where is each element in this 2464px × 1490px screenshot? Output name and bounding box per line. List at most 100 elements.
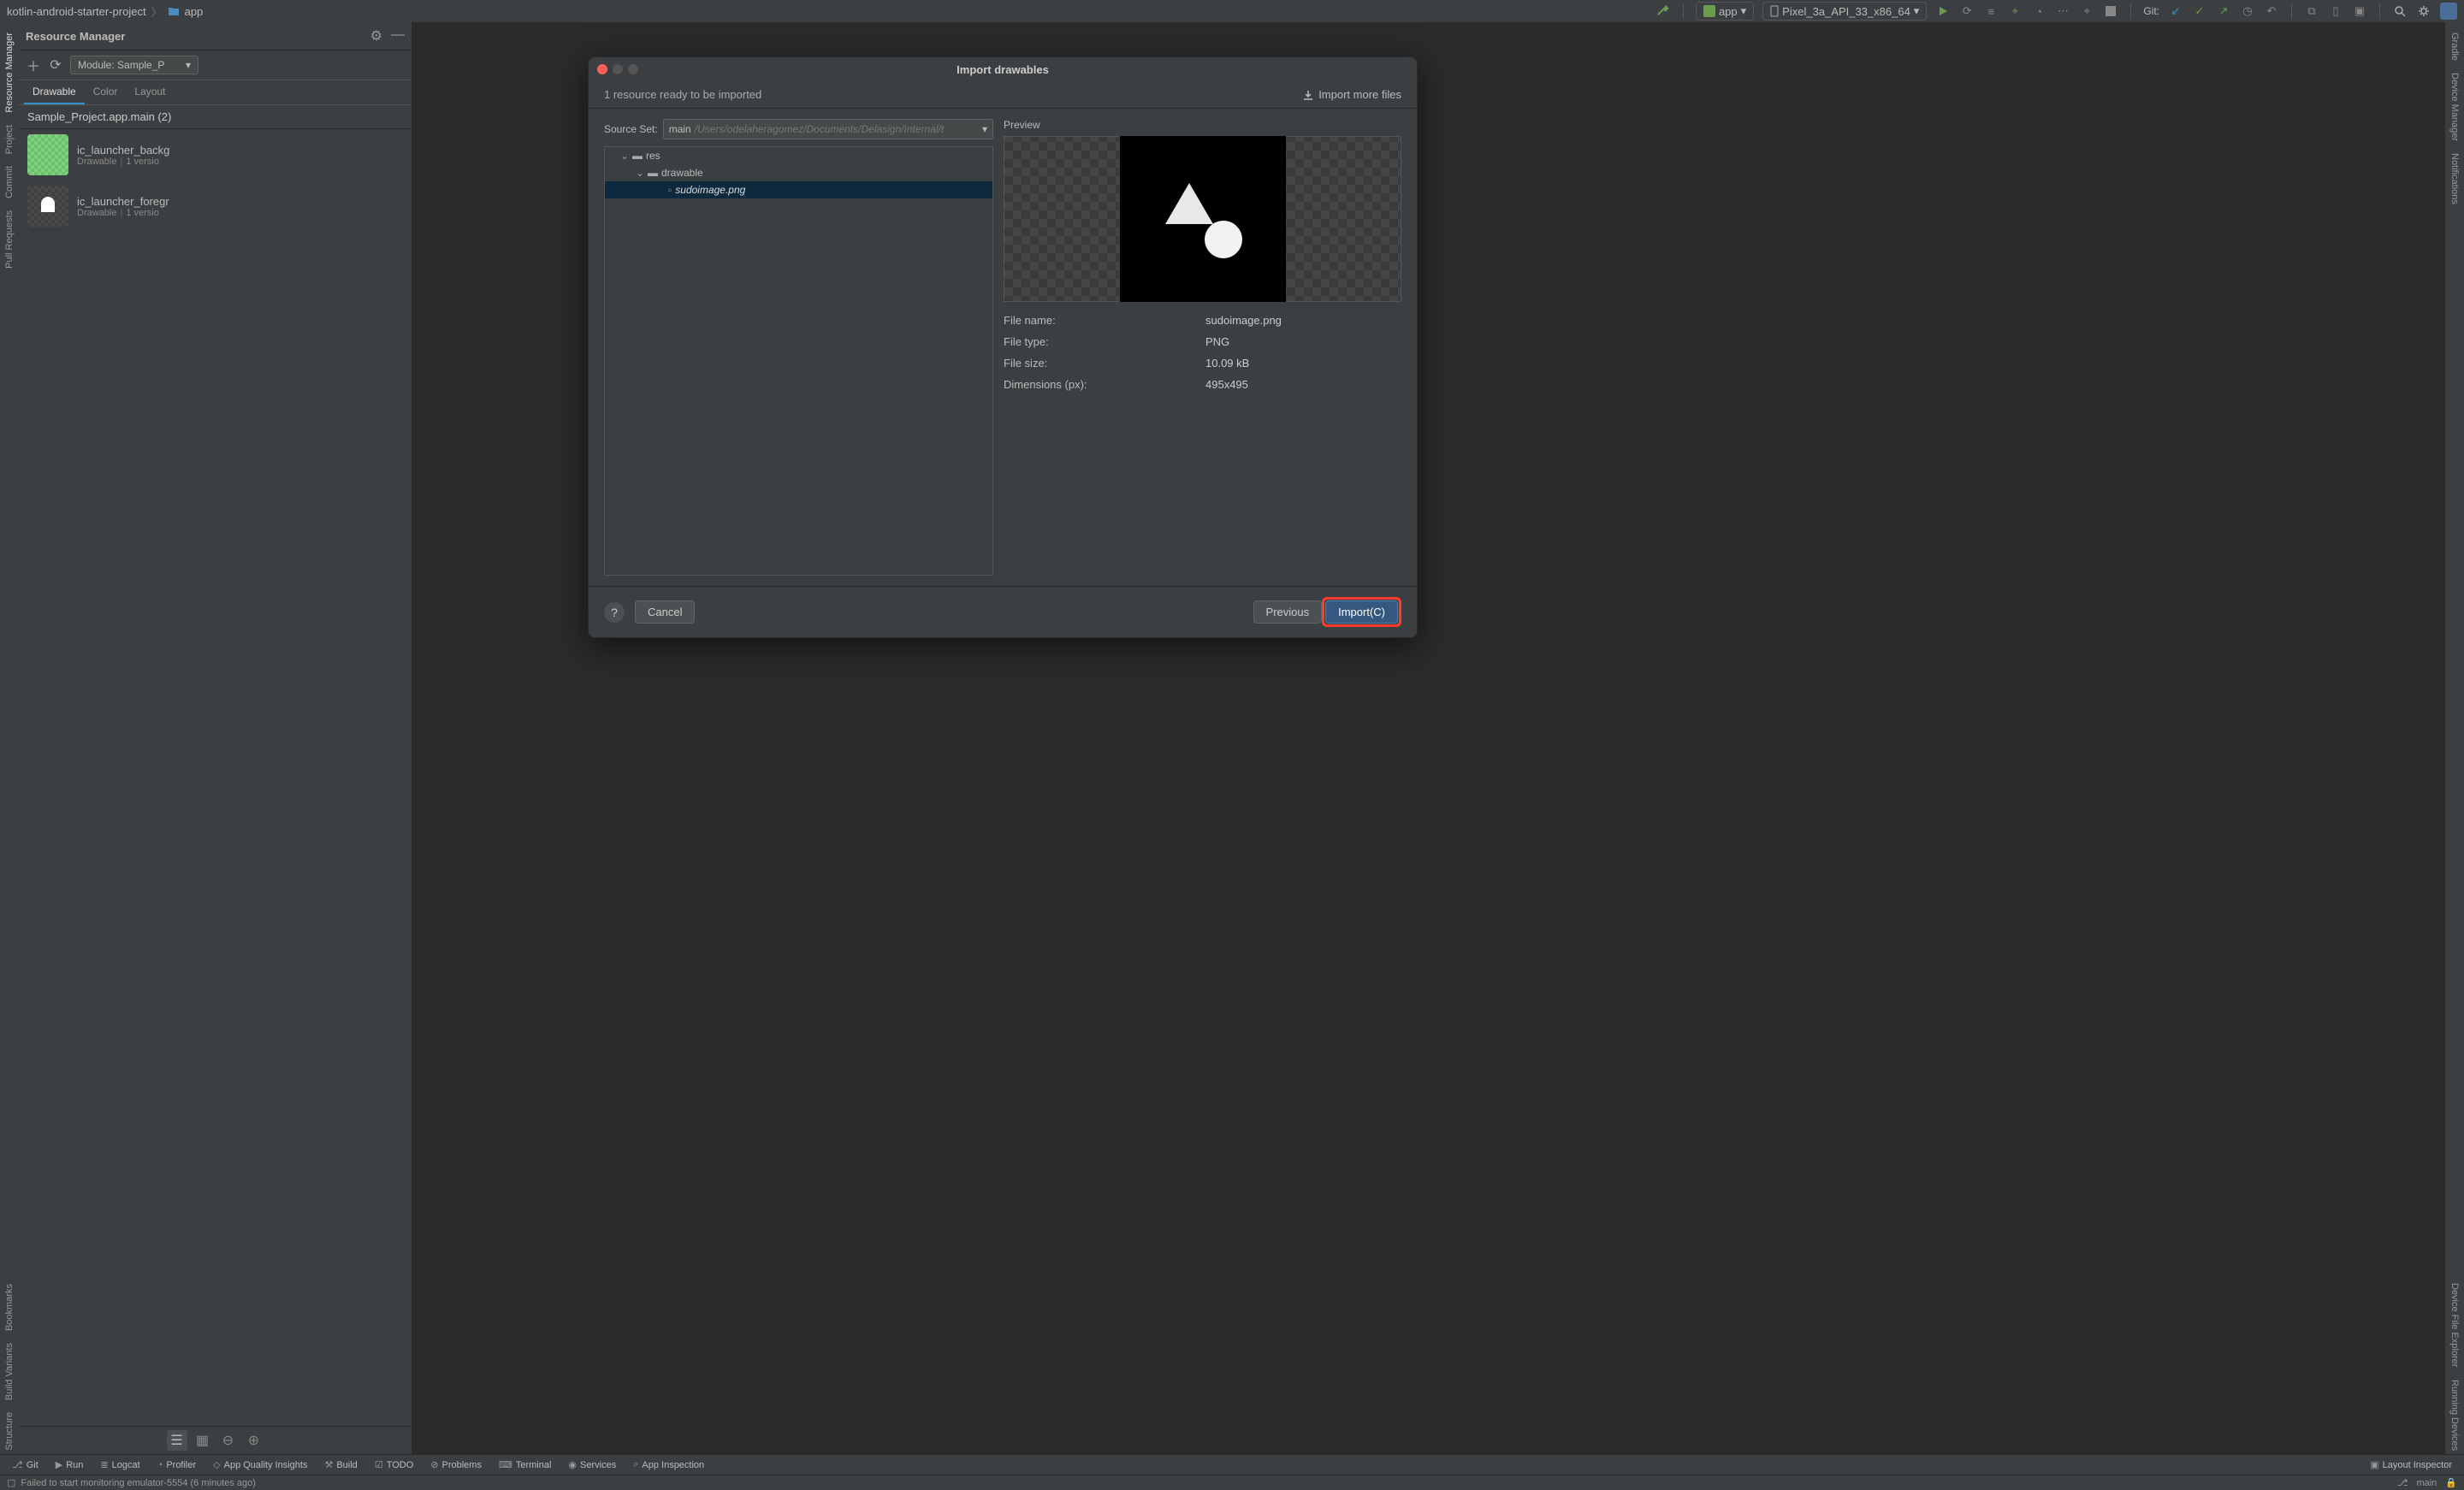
sidebar-item-build-variants[interactable]: Build Variants — [4, 1339, 15, 1404]
git-commit-icon[interactable]: ✓ — [2192, 3, 2207, 19]
tool-problems[interactable]: ⊘Problems — [425, 1459, 487, 1470]
lock-icon[interactable]: 🔒 — [2445, 1477, 2457, 1488]
maximize-icon[interactable] — [628, 64, 638, 74]
grid-view-icon[interactable]: ▦ — [192, 1430, 213, 1451]
android-app-icon — [1703, 5, 1715, 17]
meta-val-filetype: PNG — [1205, 335, 1401, 348]
sidebar-item-running-devices[interactable]: Running Devices — [2449, 1376, 2460, 1454]
dialog-titlebar[interactable]: Import drawables — [589, 57, 1417, 81]
minimize-icon[interactable] — [613, 64, 623, 74]
cancel-button[interactable]: Cancel — [635, 600, 695, 624]
chevron-down-icon: ▾ — [982, 123, 987, 135]
sidebar-item-project[interactable]: Project — [4, 121, 15, 157]
preview-image — [1120, 136, 1286, 302]
sync-icon[interactable] — [1656, 3, 1671, 19]
search-icon[interactable] — [2392, 3, 2408, 19]
hammer-icon: ⚒ — [324, 1459, 333, 1470]
sidebar-item-bookmarks[interactable]: Bookmarks — [4, 1280, 15, 1334]
breadcrumb[interactable]: kotlin-android-starter-project 〉 app — [7, 3, 203, 20]
run-config-dropdown[interactable]: app ▾ — [1696, 2, 1754, 21]
tree-row-drawable[interactable]: ⌄ ▬ drawable — [605, 164, 992, 181]
tab-color[interactable]: Color — [85, 80, 127, 104]
minimize-icon[interactable]: — — [391, 27, 405, 44]
avatar[interactable] — [2440, 3, 2457, 20]
tool-profiler[interactable]: ◔Profiler — [152, 1460, 202, 1470]
status-icon[interactable]: ▢ — [7, 1477, 15, 1488]
more-run-icon[interactable]: ⌖ — [2079, 3, 2094, 19]
zoom-in-icon[interactable]: ⊕ — [244, 1430, 264, 1451]
git-branch[interactable]: main — [2416, 1478, 2437, 1488]
gear-icon[interactable] — [2416, 3, 2431, 19]
tool-build[interactable]: ⚒Build — [319, 1459, 362, 1470]
source-set-path: /Users/odelaheragomez/Documents/Delasign… — [695, 123, 944, 135]
breadcrumb-module[interactable]: app — [185, 5, 204, 18]
chevron-down-icon[interactable]: ⌄ — [620, 150, 629, 162]
profiler-icon[interactable]: ◔ — [2031, 3, 2046, 19]
git-pull-icon[interactable]: ↙ — [2168, 3, 2183, 19]
git-push-icon[interactable]: ↗ — [2216, 3, 2231, 19]
sidebar-item-resource-manager[interactable]: Resource Manager — [4, 29, 15, 116]
close-icon[interactable] — [597, 64, 607, 74]
help-button[interactable]: ? — [604, 602, 625, 623]
sidebar-item-device-manager[interactable]: Device Manager — [2449, 69, 2460, 145]
sidebar-item-notifications[interactable]: Notifications — [2449, 150, 2460, 208]
tree-row-res[interactable]: ⌄ ▬ res — [605, 147, 992, 164]
avd-icon[interactable]: ▣ — [2352, 3, 2367, 19]
list-view-icon[interactable]: ☰ — [167, 1430, 187, 1451]
panel-header: Resource Manager ⚙ — — [19, 22, 412, 50]
tree-row-file[interactable]: ▫ sudoimage.png — [605, 181, 992, 198]
sidebar-item-commit[interactable]: Commit — [4, 163, 15, 202]
list-item[interactable]: ic_launcher_foregr Drawable|1 versio — [19, 180, 412, 232]
tool-layout-inspector[interactable]: ▣Layout Inspector — [2365, 1459, 2457, 1470]
list-item[interactable]: ic_launcher_backg Drawable|1 versio — [19, 129, 412, 180]
thumbnail-icon — [27, 186, 68, 227]
gear-icon[interactable]: ⚙ — [370, 27, 382, 44]
previous-button[interactable]: Previous — [1253, 600, 1323, 624]
resource-name: ic_launcher_backg — [77, 144, 169, 157]
tool-run[interactable]: ▶Run — [50, 1459, 89, 1470]
run-icon[interactable] — [1935, 3, 1951, 19]
tool-terminal[interactable]: ⌨Terminal — [494, 1459, 556, 1470]
debug-attach-icon[interactable]: ⟳ — [1959, 3, 1975, 19]
file-icon: ▫ — [668, 184, 672, 196]
branch-icon[interactable]: ⎇ — [2397, 1477, 2408, 1488]
tool-todo[interactable]: ☑TODO — [370, 1459, 418, 1470]
refresh-icon[interactable]: ⟳ — [48, 57, 63, 73]
tool-app-inspection[interactable]: ⌕App Inspection — [628, 1459, 709, 1470]
source-set-dropdown[interactable]: main /Users/odelaheragomez/Documents/Del… — [663, 119, 993, 139]
code-with-me-icon[interactable]: ⧉ — [2304, 3, 2319, 19]
sidebar-item-structure[interactable]: Structure — [4, 1409, 15, 1454]
attach-debugger-icon[interactable]: ⋯ — [2055, 3, 2070, 19]
circle-icon — [1205, 221, 1242, 258]
import-button[interactable]: Import(C) — [1325, 600, 1398, 624]
sidebar-item-device-file-explorer[interactable]: Device File Explorer — [2449, 1280, 2460, 1370]
meta-key-filesize: File size: — [1004, 357, 1205, 370]
tab-layout[interactable]: Layout — [126, 80, 174, 104]
tool-services[interactable]: ◉Services — [563, 1459, 621, 1470]
undo-icon[interactable]: ↶ — [2264, 3, 2279, 19]
separator — [2130, 3, 2131, 19]
import-drawables-dialog: Import drawables 1 resource ready to be … — [588, 56, 1418, 638]
file-tree[interactable]: ⌄ ▬ res ⌄ ▬ drawable ▫ — [604, 146, 993, 576]
todo-icon: ☑ — [375, 1459, 383, 1470]
stop-icon[interactable] — [2103, 3, 2118, 19]
breadcrumb-project[interactable]: kotlin-android-starter-project — [7, 5, 146, 18]
add-icon[interactable]: ＋ — [26, 57, 41, 73]
sidebar-item-gradle[interactable]: Gradle — [2449, 29, 2460, 64]
git-history-icon[interactable]: ◷ — [2240, 3, 2255, 19]
logcat-icon: ≣ — [100, 1459, 108, 1470]
coverage-icon[interactable]: ≡ — [1983, 3, 1999, 19]
zoom-out-icon[interactable]: ⊖ — [218, 1430, 239, 1451]
tool-app-quality[interactable]: ◇App Quality Insights — [208, 1459, 312, 1470]
main-layout: Resource Manager Project Commit Pull Req… — [0, 22, 2464, 1454]
bug-icon[interactable]: ⌖ — [2007, 3, 2023, 19]
device-dropdown[interactable]: Pixel_3a_API_33_x86_64 ▾ — [1762, 2, 1927, 21]
import-more-button[interactable]: Import more files — [1303, 88, 1401, 101]
device-mirror-icon[interactable]: ▯ — [2328, 3, 2343, 19]
module-dropdown[interactable]: Module: Sample_P ▾ — [70, 56, 198, 74]
tool-logcat[interactable]: ≣Logcat — [95, 1459, 145, 1470]
chevron-down-icon[interactable]: ⌄ — [636, 167, 644, 179]
tool-git[interactable]: ⎇Git — [7, 1459, 44, 1470]
tab-drawable[interactable]: Drawable — [24, 80, 85, 104]
sidebar-item-pull-requests[interactable]: Pull Requests — [4, 207, 15, 272]
